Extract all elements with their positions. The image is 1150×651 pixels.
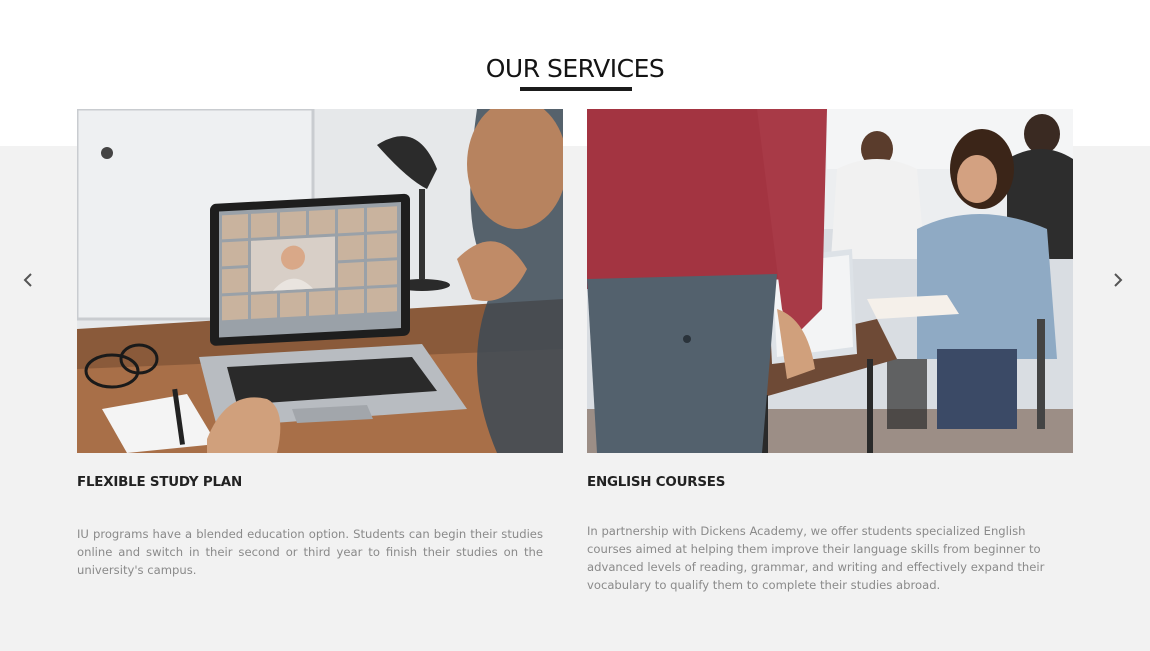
carousel-next-button[interactable] [1108, 272, 1128, 292]
service-card-description: IU programs have a blended education opt… [77, 527, 543, 577]
carousel-prev-button[interactable] [18, 272, 38, 292]
service-card-title[interactable]: ENGLISH COURSES [587, 475, 1073, 495]
chevron-left-icon [22, 272, 34, 293]
service-card-description: In partnership with Dickens Academy, we … [587, 524, 1045, 592]
service-card-image [77, 109, 563, 453]
service-card-title[interactable]: FLEXIBLE STUDY PLAN [77, 475, 563, 495]
section-title: OUR SERVICES [485, 54, 665, 83]
service-card-english-courses[interactable]: ENGLISH COURSES In partnership with Dick… [587, 109, 1073, 594]
chevron-right-icon [1112, 272, 1124, 293]
service-card-image [587, 109, 1073, 453]
service-card-flexible-study[interactable]: FLEXIBLE STUDY PLAN IU programs have a b… [77, 109, 563, 579]
title-underline [520, 87, 632, 91]
